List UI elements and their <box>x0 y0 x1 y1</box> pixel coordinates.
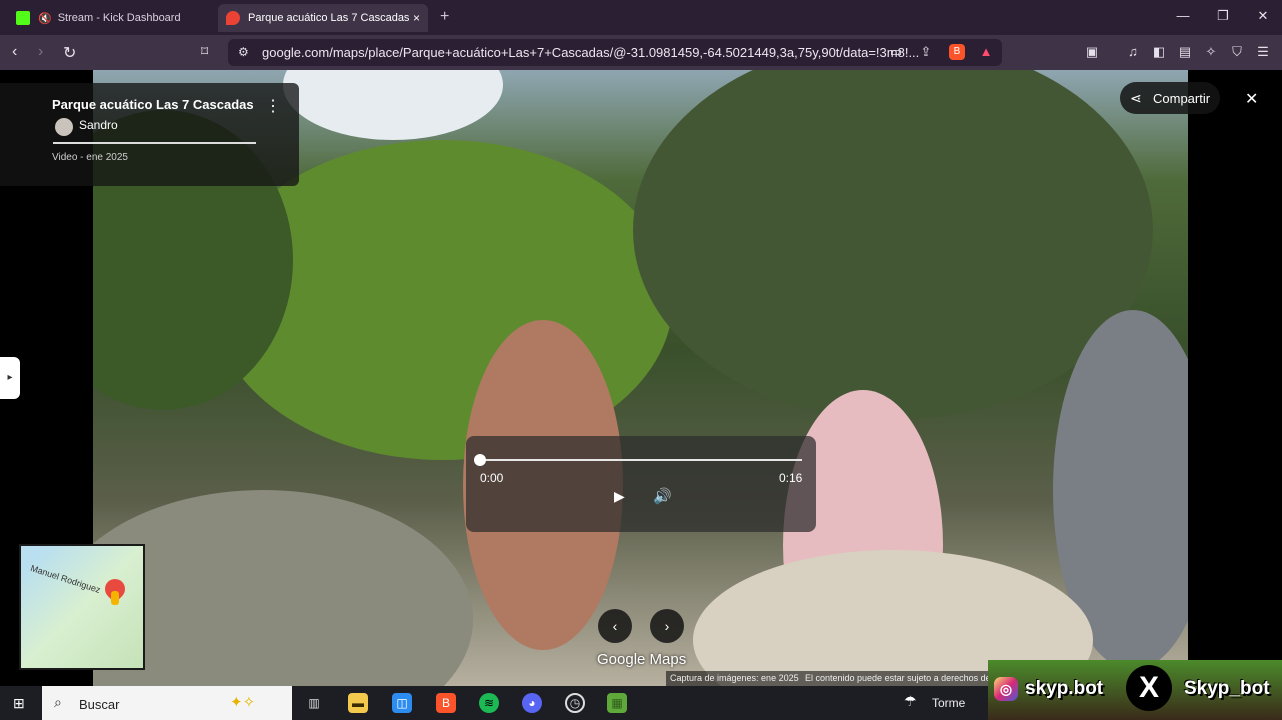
avatar[interactable] <box>55 118 73 136</box>
place-title[interactable]: Parque acuático Las 7 Cascadas <box>52 97 254 112</box>
umbrella-icon: ☂ <box>904 693 917 709</box>
kebab-icon[interactable]: ⋮ <box>265 96 281 116</box>
share-nodes-icon[interactable]: ⋖ <box>1130 90 1142 107</box>
kick-icon <box>16 11 30 25</box>
instagram-icon: ◎ <box>994 677 1018 701</box>
progress-track[interactable] <box>480 459 802 461</box>
duration: 0:16 <box>779 471 803 485</box>
maps-pin-icon <box>226 11 240 25</box>
brave-icon[interactable]: B <box>436 693 456 713</box>
card-divider <box>53 142 256 144</box>
current-time: 0:00 <box>480 471 504 485</box>
instagram-handle: skyp.bot <box>1025 678 1104 699</box>
windows-icon[interactable]: ⊞ <box>13 695 25 712</box>
store-icon[interactable]: ◫ <box>392 693 412 713</box>
cast-icon[interactable]: ▭ <box>888 44 904 60</box>
expand-panel-button[interactable]: ▸ <box>0 357 20 399</box>
minimize-button[interactable]: — <box>1173 8 1193 23</box>
media-info: Video - ene 2025 <box>52 152 128 163</box>
clock-icon[interactable]: ◷ <box>565 693 585 713</box>
brave-rewards-icon[interactable]: ▲ <box>978 44 994 60</box>
back-icon[interactable]: ‹ <box>12 43 17 61</box>
rocks <box>93 490 473 686</box>
minimap[interactable]: Manuel Rodriguez <box>19 544 145 670</box>
url-text[interactable]: google.com/maps/place/Parque+acuático+La… <box>262 45 919 60</box>
forward-icon[interactable]: › <box>38 43 43 61</box>
progress-knob[interactable] <box>474 454 486 466</box>
chevron-left-icon[interactable]: ‹ <box>598 609 632 643</box>
tab-title: Parque acuático Las 7 Cascadas <box>248 12 410 24</box>
search-placeholder[interactable]: Buscar <box>79 697 119 712</box>
sparkle-icon: ✦✧ <box>230 694 256 711</box>
tab-kick-dashboard[interactable]: 🔇 Stream - Kick Dashboard <box>8 4 208 32</box>
leo-icon[interactable]: ✧ <box>1203 44 1219 60</box>
pegman-icon <box>111 591 119 605</box>
restore-button[interactable]: ❐ <box>1213 8 1233 24</box>
play-icon[interactable]: ▶ <box>614 488 625 505</box>
volume-icon[interactable]: 🔊 <box>653 487 672 505</box>
vpn-icon[interactable]: ⛉ <box>1229 44 1245 60</box>
share-label[interactable]: Compartir <box>1153 91 1210 106</box>
menu-icon[interactable]: ☰ <box>1255 44 1271 60</box>
sidebar-icon[interactable]: ◧ <box>1151 44 1167 60</box>
discord-icon[interactable]: ◕ <box>522 693 542 713</box>
video-player-controls <box>466 436 816 532</box>
file-explorer-icon[interactable]: ▬ <box>348 693 368 713</box>
wallet-icon[interactable]: ▤ <box>1177 44 1193 60</box>
x-icon: X <box>1126 665 1172 711</box>
tab-title: Stream - Kick Dashboard <box>57 12 181 24</box>
google-maps-logo: Google Maps <box>597 651 687 668</box>
task-view-icon[interactable]: ▥ <box>304 693 324 713</box>
spotify-icon[interactable]: ≋ <box>479 693 499 713</box>
reload-icon[interactable]: ↻ <box>63 43 76 63</box>
tab-maps-place[interactable]: Parque acuático Las 7 Cascadas × <box>218 4 428 32</box>
share-icon[interactable]: ⇪ <box>918 44 934 60</box>
search-icon: ⌕ <box>54 694 62 710</box>
sky-patch <box>283 70 503 140</box>
x-handle: Skyp_bot <box>1184 678 1270 699</box>
close-tab-button[interactable]: × <box>413 11 420 25</box>
reader-icon[interactable]: ▣ <box>1084 44 1100 60</box>
close-window-button[interactable]: ✕ <box>1253 8 1273 24</box>
bookmark-icon[interactable]: ⌑ <box>201 43 208 60</box>
weather-text[interactable]: Torme <box>932 696 965 710</box>
close-icon[interactable]: ✕ <box>1245 89 1258 109</box>
author-name[interactable]: Sandro <box>79 118 118 132</box>
chevron-right-icon[interactable]: › <box>650 609 684 643</box>
capture-date: Captura de imágenes: ene 2025 <box>670 673 799 683</box>
new-tab-button[interactable]: + <box>440 8 449 26</box>
brave-shield-icon[interactable]: B <box>949 44 965 60</box>
site-info-icon[interactable]: ⚙ <box>238 45 249 59</box>
mute-icon[interactable]: 🔇 <box>38 12 52 25</box>
minecraft-icon[interactable]: ▦ <box>607 693 627 713</box>
music-icon[interactable]: ♫ <box>1125 44 1141 60</box>
content-notice[interactable]: El contenido puede estar sujeto a derech… <box>805 673 991 683</box>
